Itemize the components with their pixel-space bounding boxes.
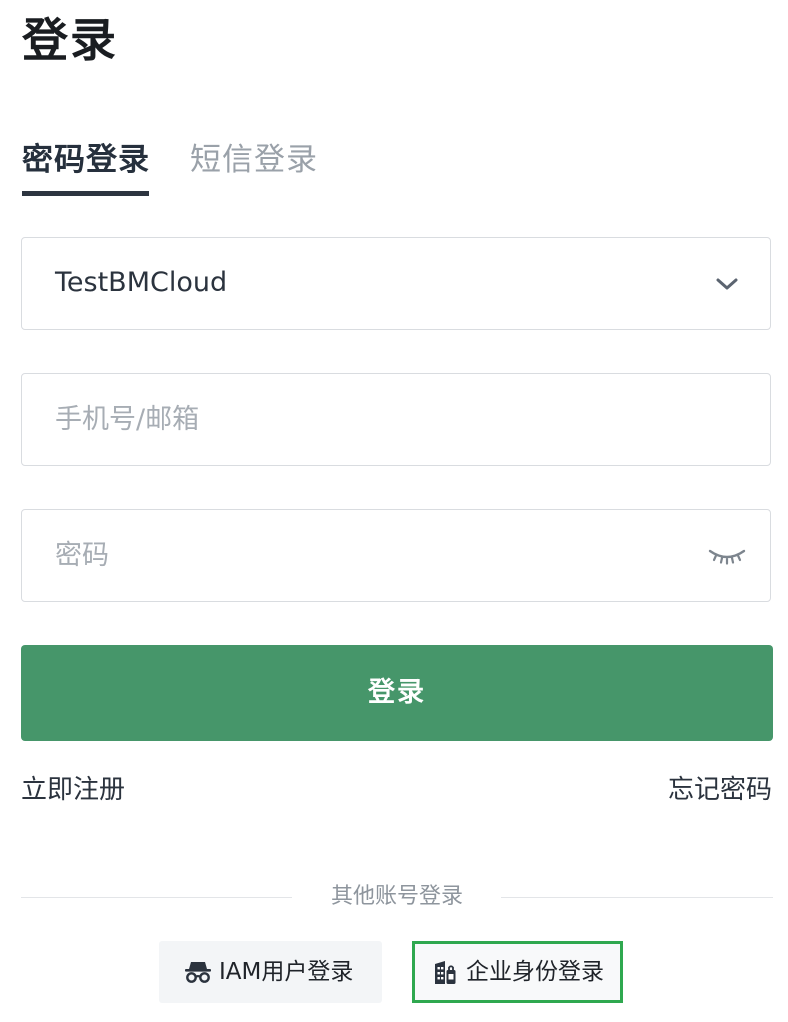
incognito-icon: [185, 962, 211, 983]
other-login-divider: 其他账号登录: [21, 878, 773, 916]
divider-line-right: [501, 897, 773, 898]
tab-password-login[interactable]: 密码登录: [22, 138, 150, 182]
tab-sms-login[interactable]: 短信登录: [190, 138, 318, 182]
account-type-select[interactable]: TestBMCloud: [21, 237, 771, 330]
register-link[interactable]: 立即注册: [21, 770, 125, 810]
password-input[interactable]: [55, 510, 695, 600]
eye-closed-icon[interactable]: [708, 543, 746, 569]
iam-login-button[interactable]: IAM用户登录: [159, 941, 382, 1003]
iam-login-label: IAM用户登录: [219, 959, 354, 985]
enterprise-sso-label: 企业身份登录: [466, 959, 604, 985]
page-title: 登录: [22, 13, 118, 67]
login-page: 登录 密码登录 短信登录 TestBMCloud 登录 立即注册 忘记密码 其他…: [0, 0, 788, 1022]
chevron-down-icon[interactable]: [714, 271, 740, 297]
active-tab-underline: [22, 191, 149, 196]
forgot-password-link[interactable]: 忘记密码: [668, 770, 772, 810]
account-input[interactable]: [55, 374, 695, 464]
account-type-value: TestBMCloud: [55, 267, 228, 298]
password-field: [21, 509, 771, 602]
enterprise-icon: [435, 961, 456, 984]
login-button[interactable]: 登录: [21, 645, 773, 741]
account-field: [21, 373, 771, 466]
enterprise-sso-login-button[interactable]: 企业身份登录: [412, 941, 623, 1003]
